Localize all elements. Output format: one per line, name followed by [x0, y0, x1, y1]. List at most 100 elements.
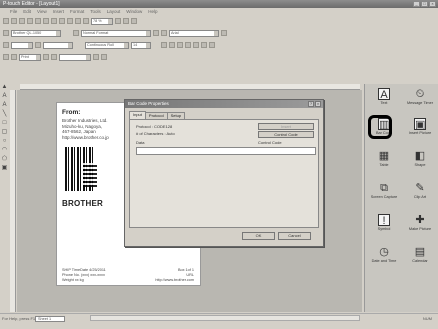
- maximize-icon[interactable]: □: [421, 1, 428, 7]
- sidebar-item-shape[interactable]: ◧ Shape: [405, 150, 435, 167]
- characters-text: # of Characters : Auto: [136, 131, 175, 136]
- sidebar-item-table[interactable]: ▦ Table: [369, 150, 399, 167]
- minimize-icon[interactable]: _: [413, 1, 420, 7]
- sidebar-item-screen-capture[interactable]: ⧉ Screen Capture: [369, 182, 399, 199]
- help-icon[interactable]: [131, 18, 137, 24]
- length-field[interactable]: [43, 41, 73, 49]
- barcode-data-input[interactable]: [136, 147, 316, 155]
- table-tool-icon[interactable]: [83, 18, 89, 24]
- rotate-icon[interactable]: [153, 30, 159, 36]
- menu-window[interactable]: Window: [126, 8, 142, 15]
- shape-icon: ◧: [414, 150, 426, 162]
- print-button[interactable]: Print: [19, 53, 41, 61]
- undo-icon[interactable]: [59, 18, 65, 24]
- align-right-icon[interactable]: [201, 42, 207, 48]
- object-size-select[interactable]: [59, 53, 91, 61]
- control-code-button[interactable]: Control Code: [258, 131, 314, 138]
- menu-tools[interactable]: Tools: [90, 8, 101, 15]
- style-select[interactable]: Normal Format: [81, 29, 151, 37]
- dialog-close-icon[interactable]: ×: [315, 101, 321, 107]
- horizontal-scrollbar[interactable]: [90, 315, 360, 321]
- frame-tool-icon[interactable]: ▣: [2, 165, 8, 171]
- font-size-icon[interactable]: [221, 30, 227, 36]
- paste-icon[interactable]: [51, 18, 57, 24]
- layer-icon[interactable]: [101, 54, 107, 60]
- menu-format[interactable]: Format: [70, 8, 84, 15]
- polygon-icon[interactable]: ⬠: [2, 156, 8, 162]
- redo-icon[interactable]: [67, 18, 73, 24]
- menu-layout[interactable]: Layout: [107, 8, 121, 15]
- align-center-icon[interactable]: [193, 42, 199, 48]
- sidebar-item-calendar[interactable]: ▤ Calendar: [405, 246, 435, 263]
- main-window: P-touch Editor - [Layout1] _ □ × File Ed…: [0, 0, 438, 329]
- menu-edit[interactable]: Edit: [23, 8, 31, 15]
- italic-icon[interactable]: [169, 42, 175, 48]
- print-icon[interactable]: [27, 18, 33, 24]
- sidebar-item-insert-picture[interactable]: ▣ Insert Picture: [405, 118, 435, 135]
- ship-date-label: SHIP TimeDate: [62, 268, 89, 272]
- qr-code-graphic[interactable]: [83, 163, 97, 187]
- rounded-rect-icon[interactable]: ▢: [2, 129, 8, 135]
- font-select[interactable]: Arial: [169, 29, 219, 37]
- close-icon[interactable]: ×: [429, 1, 436, 7]
- ok-button[interactable]: OK: [242, 232, 275, 240]
- menu-view[interactable]: View: [37, 8, 47, 15]
- group-icon[interactable]: [51, 54, 57, 60]
- rectangle-icon[interactable]: □: [2, 120, 8, 126]
- arc-icon[interactable]: ◠: [2, 147, 8, 153]
- zoom-select[interactable]: 78 %: [91, 17, 113, 25]
- window-title: P-touch Editor - [Layout1]: [3, 1, 60, 7]
- rotate-right-icon[interactable]: [11, 54, 17, 60]
- frame-icon[interactable]: [209, 42, 215, 48]
- sidebar-item-symbol[interactable]: ! Symbol: [369, 214, 399, 231]
- text-a-icon[interactable]: A: [2, 93, 8, 99]
- insert-button[interactable]: Insert: [258, 123, 314, 130]
- ellipse-icon[interactable]: ○: [2, 138, 8, 144]
- copy-icon[interactable]: [43, 18, 49, 24]
- zoom-in-icon[interactable]: [115, 18, 121, 24]
- paper-select[interactable]: Continuous Roll: [85, 41, 129, 49]
- margin-select[interactable]: [11, 41, 33, 49]
- sheet-tab[interactable]: Sheet 1: [35, 316, 65, 322]
- new-icon[interactable]: [3, 18, 9, 24]
- menu-file[interactable]: File: [10, 8, 17, 15]
- zoom-out-icon[interactable]: [123, 18, 129, 24]
- cancel-button[interactable]: Cancel: [278, 232, 311, 240]
- text-tool-icon[interactable]: [75, 18, 81, 24]
- tab-input[interactable]: Input: [129, 111, 146, 119]
- printer-select[interactable]: Brother QL-1050: [11, 29, 61, 37]
- table-icon: ▦: [378, 150, 390, 162]
- sidebar-item-label: Screen Capture: [370, 195, 398, 199]
- align-left-icon[interactable]: [185, 42, 191, 48]
- open-icon[interactable]: [11, 18, 17, 24]
- bold-icon[interactable]: [161, 42, 167, 48]
- save-icon[interactable]: [19, 18, 25, 24]
- timer-icon: ⏲: [415, 88, 425, 100]
- shipping-info: SHIP TimeDate 4/25/2011 Box 1of 1 Phone N…: [62, 268, 194, 283]
- sidebar-item-label: Date and Time: [371, 259, 397, 263]
- cut-icon[interactable]: [35, 18, 41, 24]
- select-arrow-icon[interactable]: ▲: [2, 84, 8, 90]
- picture-icon: ▣: [414, 118, 426, 131]
- margin-icon[interactable]: [3, 42, 9, 48]
- capture-icon: ⧉: [380, 182, 388, 194]
- sidebar-item-date-time[interactable]: ◷ Date and Time: [369, 246, 399, 263]
- tab-setup[interactable]: Setup: [166, 112, 186, 119]
- arrange-icon[interactable]: [93, 54, 99, 60]
- size-select[interactable]: 14: [131, 41, 151, 49]
- menu-help[interactable]: Help: [148, 8, 157, 15]
- text-vertical-icon[interactable]: A: [2, 102, 8, 108]
- tab-protocol[interactable]: Protocol: [144, 112, 168, 119]
- rotate-left-icon[interactable]: [3, 54, 9, 60]
- object-icon[interactable]: [43, 54, 49, 60]
- sidebar-item-make-picture[interactable]: ✚ Make Picture: [405, 214, 435, 231]
- dialog-help-icon[interactable]: ?: [308, 101, 314, 107]
- underline-icon[interactable]: [177, 42, 183, 48]
- sidebar-item-text[interactable]: A Text: [369, 88, 399, 105]
- sidebar-item-clip-art[interactable]: ✎ Clip Art: [405, 182, 435, 199]
- line-icon[interactable]: ╲: [2, 111, 8, 117]
- company-name[interactable]: BROTHER: [62, 199, 103, 208]
- menu-insert[interactable]: Insert: [53, 8, 64, 15]
- sidebar-item-message-timer[interactable]: ⏲ Message Timer: [405, 88, 435, 105]
- length-icon[interactable]: [35, 42, 41, 48]
